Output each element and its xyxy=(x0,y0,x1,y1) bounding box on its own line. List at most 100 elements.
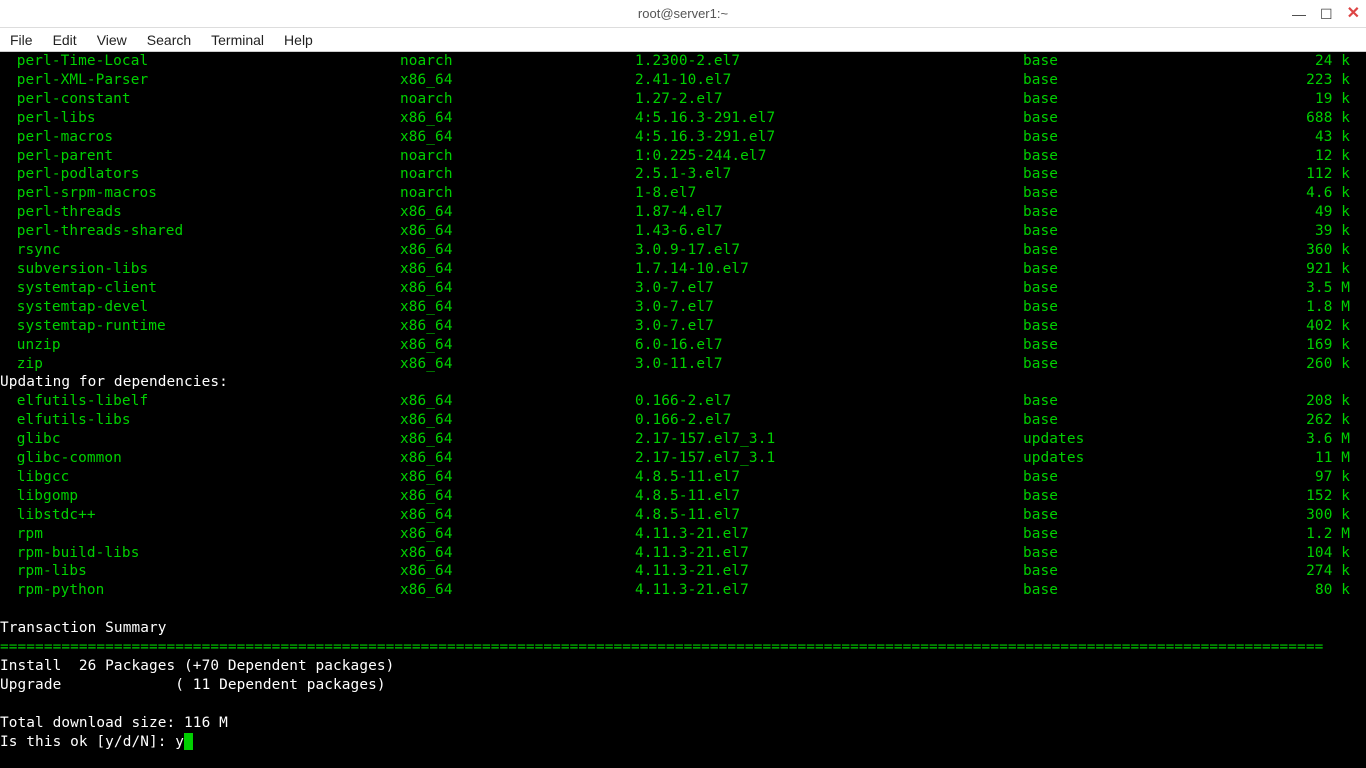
pkg-size: 402 k xyxy=(1273,317,1358,336)
pkg-ver: 4.11.3-21.el7 xyxy=(635,544,1023,563)
pkg-name: perl-libs xyxy=(0,109,400,128)
pkg-ver: 3.0-7.el7 xyxy=(635,298,1023,317)
pkg-name: perl-podlators xyxy=(0,165,400,184)
confirm-prompt[interactable]: Is this ok [y/d/N]: y xyxy=(0,733,1366,752)
pkg-name: glibc xyxy=(0,430,400,449)
pkg-size: 3.5 M xyxy=(1273,279,1358,298)
pkg-ver: 0.166-2.el7 xyxy=(635,411,1023,430)
package-row: rpm-build-libsx86_644.11.3-21.el7base104… xyxy=(0,544,1366,563)
pkg-arch: x86_64 xyxy=(400,506,635,525)
window-titlebar: root@server1:~ — ☐ ✕ xyxy=(0,0,1366,28)
pkg-ver: 1:0.225-244.el7 xyxy=(635,147,1023,166)
pkg-ver: 1.2300-2.el7 xyxy=(635,52,1023,71)
maximize-icon[interactable]: ☐ xyxy=(1320,7,1333,21)
pkg-repo: base xyxy=(1023,71,1273,90)
pkg-ver: 3.0.9-17.el7 xyxy=(635,241,1023,260)
pkg-name: systemtap-runtime xyxy=(0,317,400,336)
pkg-size: 300 k xyxy=(1273,506,1358,525)
menu-help[interactable]: Help xyxy=(284,32,313,48)
pkg-repo: base xyxy=(1023,317,1273,336)
pkg-name: libgomp xyxy=(0,487,400,506)
package-row: zipx86_643.0-11.el7base260 k xyxy=(0,355,1366,374)
pkg-ver: 2.5.1-3.el7 xyxy=(635,165,1023,184)
pkg-size: 11 M xyxy=(1273,449,1358,468)
terminal-output[interactable]: perl-Time-Localnoarch1.2300-2.el7base24 … xyxy=(0,52,1366,768)
pkg-ver: 1.27-2.el7 xyxy=(635,90,1023,109)
pkg-name: elfutils-libelf xyxy=(0,392,400,411)
pkg-name: systemtap-client xyxy=(0,279,400,298)
pkg-arch: x86_64 xyxy=(400,71,635,90)
pkg-ver: 4:5.16.3-291.el7 xyxy=(635,128,1023,147)
window-controls: — ☐ ✕ xyxy=(1292,0,1360,28)
menu-terminal[interactable]: Terminal xyxy=(211,32,264,48)
menu-view[interactable]: View xyxy=(97,32,127,48)
package-row: perl-threadsx86_641.87-4.el7base49 k xyxy=(0,203,1366,222)
package-row: rsyncx86_643.0.9-17.el7base360 k xyxy=(0,241,1366,260)
pkg-repo: updates xyxy=(1023,449,1273,468)
pkg-arch: x86_64 xyxy=(400,336,635,355)
package-row: subversion-libsx86_641.7.14-10.el7base92… xyxy=(0,260,1366,279)
pkg-ver: 4.11.3-21.el7 xyxy=(635,525,1023,544)
pkg-name: rpm-python xyxy=(0,581,400,600)
package-row: perl-threads-sharedx86_641.43-6.el7base3… xyxy=(0,222,1366,241)
pkg-ver: 6.0-16.el7 xyxy=(635,336,1023,355)
pkg-name: rpm-build-libs xyxy=(0,544,400,563)
pkg-name: perl-constant xyxy=(0,90,400,109)
pkg-size: 260 k xyxy=(1273,355,1358,374)
pkg-arch: x86_64 xyxy=(400,109,635,128)
menu-edit[interactable]: Edit xyxy=(53,32,77,48)
updating-header: Updating for dependencies: xyxy=(0,373,1366,392)
pkg-ver: 2.17-157.el7_3.1 xyxy=(635,449,1023,468)
pkg-repo: updates xyxy=(1023,430,1273,449)
package-row: perl-libsx86_644:5.16.3-291.el7base688 k xyxy=(0,109,1366,128)
pkg-ver: 1.7.14-10.el7 xyxy=(635,260,1023,279)
pkg-arch: x86_64 xyxy=(400,203,635,222)
pkg-arch: noarch xyxy=(400,147,635,166)
pkg-size: 274 k xyxy=(1273,562,1358,581)
pkg-repo: base xyxy=(1023,411,1273,430)
menu-search[interactable]: Search xyxy=(147,32,191,48)
pkg-arch: x86_64 xyxy=(400,562,635,581)
pkg-repo: base xyxy=(1023,203,1273,222)
pkg-name: libstdc++ xyxy=(0,506,400,525)
pkg-ver: 4:5.16.3-291.el7 xyxy=(635,109,1023,128)
prompt-input[interactable]: y xyxy=(175,734,184,750)
package-row: perl-constantnoarch1.27-2.el7base19 k xyxy=(0,90,1366,109)
pkg-size: 97 k xyxy=(1273,468,1358,487)
pkg-repo: base xyxy=(1023,241,1273,260)
package-row: rpm-pythonx86_644.11.3-21.el7base80 k xyxy=(0,581,1366,600)
pkg-arch: x86_64 xyxy=(400,430,635,449)
package-row: libstdc++x86_644.8.5-11.el7base300 k xyxy=(0,506,1366,525)
pkg-size: 49 k xyxy=(1273,203,1358,222)
pkg-arch: noarch xyxy=(400,165,635,184)
pkg-size: 688 k xyxy=(1273,109,1358,128)
pkg-size: 360 k xyxy=(1273,241,1358,260)
minimize-icon[interactable]: — xyxy=(1292,7,1306,21)
pkg-size: 921 k xyxy=(1273,260,1358,279)
pkg-size: 1.8 M xyxy=(1273,298,1358,317)
pkg-repo: base xyxy=(1023,128,1273,147)
package-row: rpmx86_644.11.3-21.el7base1.2 M xyxy=(0,525,1366,544)
pkg-ver: 3.0-7.el7 xyxy=(635,279,1023,298)
pkg-ver: 4.8.5-11.el7 xyxy=(635,487,1023,506)
pkg-size: 4.6 k xyxy=(1273,184,1358,203)
cursor-icon xyxy=(184,733,193,750)
pkg-arch: x86_64 xyxy=(400,525,635,544)
close-icon[interactable]: ✕ xyxy=(1347,6,1360,22)
pkg-name: subversion-libs xyxy=(0,260,400,279)
pkg-name: perl-Time-Local xyxy=(0,52,400,71)
pkg-size: 112 k xyxy=(1273,165,1358,184)
pkg-arch: x86_64 xyxy=(400,355,635,374)
package-row: perl-Time-Localnoarch1.2300-2.el7base24 … xyxy=(0,52,1366,71)
pkg-size: 208 k xyxy=(1273,392,1358,411)
pkg-arch: noarch xyxy=(400,184,635,203)
pkg-ver: 0.166-2.el7 xyxy=(635,392,1023,411)
pkg-size: 43 k xyxy=(1273,128,1358,147)
pkg-size: 80 k xyxy=(1273,581,1358,600)
package-row: elfutils-libelfx86_640.166-2.el7base208 … xyxy=(0,392,1366,411)
pkg-size: 24 k xyxy=(1273,52,1358,71)
pkg-arch: x86_64 xyxy=(400,298,635,317)
menu-file[interactable]: File xyxy=(10,32,33,48)
pkg-arch: noarch xyxy=(400,52,635,71)
pkg-repo: base xyxy=(1023,544,1273,563)
